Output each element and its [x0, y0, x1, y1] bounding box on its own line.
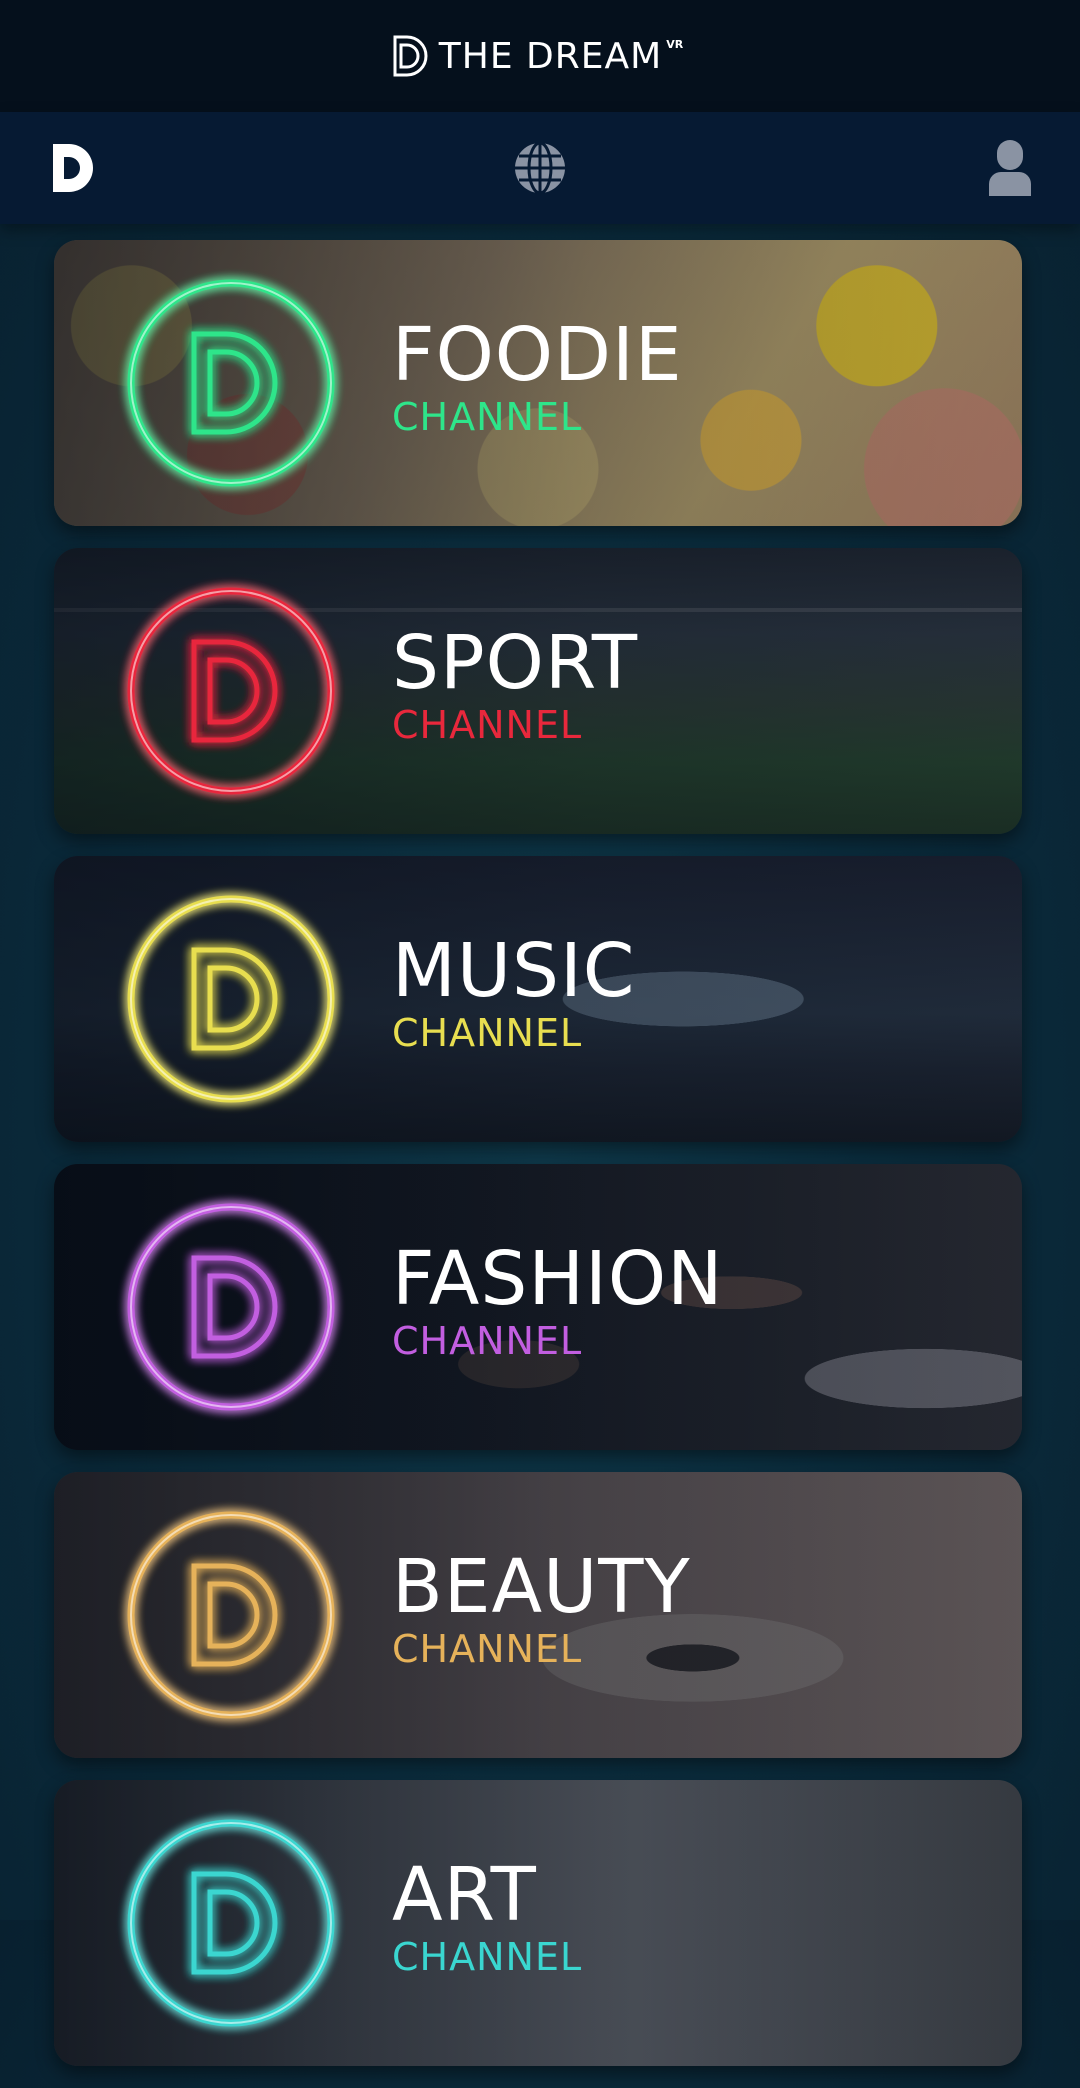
channel-subtitle: CHANNEL [392, 1011, 583, 1055]
channel-title: BEAUTY [392, 1544, 691, 1630]
home-button[interactable] [16, 112, 128, 224]
dream-logo-icon [53, 144, 93, 192]
channel-title: FOODIE [392, 312, 683, 398]
nav-bar [0, 112, 1080, 224]
channel-card-beauty[interactable]: BEAUTY CHANNEL [54, 1472, 1022, 1758]
app-title: THE DREAM [438, 35, 663, 77]
dream-logo-icon [124, 276, 338, 490]
app-logo: THE DREAM VR [391, 33, 689, 79]
channel-subtitle: CHANNEL [392, 1935, 583, 1979]
channel-card-fashion[interactable]: FASHION CHANNEL [54, 1164, 1022, 1450]
channel-subtitle: CHANNEL [392, 1627, 583, 1671]
channel-card-foodie[interactable]: FOODIE CHANNEL [54, 240, 1022, 526]
channel-card-sport[interactable]: SPORT CHANNEL [54, 548, 1022, 834]
channel-list: FOODIE CHANNEL SPORT CHANNEL MUSIC CHANN… [54, 240, 1022, 2088]
channel-title: ART [392, 1852, 537, 1938]
channel-subtitle: CHANNEL [392, 1319, 583, 1363]
dream-logo-icon [124, 1200, 338, 1414]
channel-card-art[interactable]: ART CHANNEL [54, 1780, 1022, 2066]
globe-button[interactable] [484, 112, 596, 224]
channel-title: SPORT [392, 620, 639, 706]
dream-logo-icon [124, 892, 338, 1106]
dream-logo-icon [124, 1816, 338, 2030]
channel-title: FASHION [392, 1236, 724, 1322]
dream-logo-icon [393, 35, 428, 77]
channel-subtitle: CHANNEL [392, 703, 583, 747]
vr-superscript: VR [666, 37, 684, 51]
title-bar: THE DREAM VR [0, 0, 1080, 112]
channel-card-music[interactable]: MUSIC CHANNEL [54, 856, 1022, 1142]
user-icon [989, 140, 1031, 196]
channel-title: MUSIC [392, 928, 636, 1014]
profile-button[interactable] [954, 112, 1066, 224]
globe-icon [515, 141, 565, 195]
channel-subtitle: CHANNEL [392, 395, 583, 439]
dream-logo-icon [124, 1508, 338, 1722]
dream-logo-icon [124, 584, 338, 798]
